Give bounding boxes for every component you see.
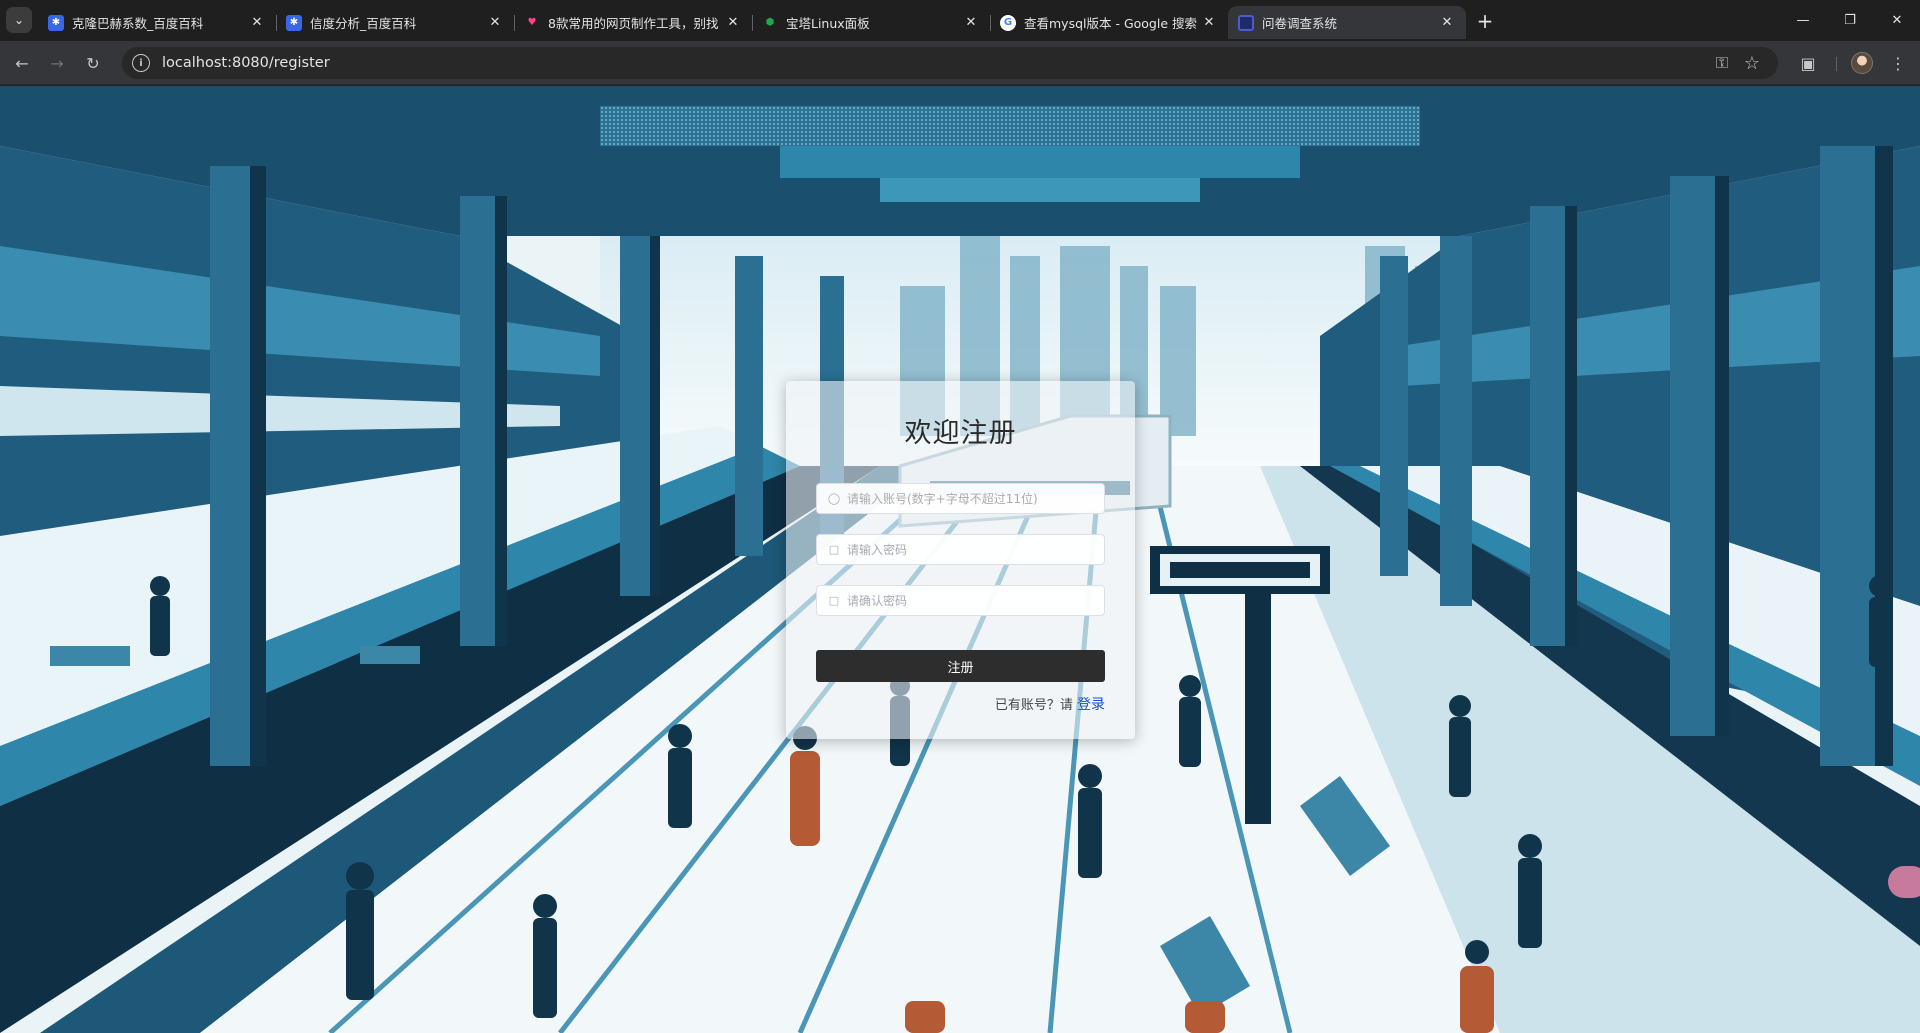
toolbar-divider (1836, 57, 1837, 71)
baidu-icon: ✱ (48, 14, 64, 31)
pink-brand-icon: ♥ (527, 17, 537, 28)
baidu-icon: ✱ (286, 14, 302, 31)
tab-title: 信度分析_百度百科 (310, 16, 417, 31)
register-title: 欢迎注册 (904, 418, 1017, 449)
browser-tab[interactable]: ⬢ 宝塔Linux面板 ✕ (752, 6, 990, 39)
browser-tab-active[interactable]: 问卷调查系统 ✕ (1228, 6, 1466, 39)
puzzle-icon: ▣ (1800, 53, 1816, 73)
restore-icon: ❐ (1844, 13, 1856, 28)
arrow-right-icon: → (50, 53, 64, 73)
login-link[interactable]: 登录 (1077, 697, 1105, 713)
tab-title: 问卷调查系统 (1262, 16, 1338, 31)
back-button[interactable]: ← (8, 49, 36, 77)
kebab-menu-icon: ⋮ (1890, 53, 1906, 73)
star-icon[interactable]: ☆ (1744, 53, 1760, 74)
tab-search-button[interactable]: ⌄ (6, 7, 32, 33)
minimize-button[interactable]: — (1780, 0, 1826, 41)
browser-tab[interactable]: ✱ 克隆巴赫系数_百度百科 ✕ (38, 6, 276, 39)
page-viewport: 欢迎注册 ◯ □ □ 注册 已有账号？请 登录 (0, 86, 1920, 1033)
lock-icon: □ (828, 594, 840, 607)
tab-title: 查看mysql版本 - Google 搜索 (1024, 16, 1198, 31)
tab-list: ✱ 克隆巴赫系数_百度百科 ✕ ✱ 信度分析_百度百科 ✕ ♥ 8款常用的网页制… (38, 4, 1466, 41)
reload-icon: ↻ (86, 53, 100, 73)
extensions-button[interactable]: ▣ (1794, 49, 1822, 77)
close-icon[interactable]: ✕ (724, 14, 742, 32)
floating-side-widget[interactable] (1888, 866, 1920, 898)
close-icon[interactable]: ✕ (486, 14, 504, 32)
document-icon (1238, 14, 1254, 31)
plus-icon: + (1476, 9, 1494, 33)
close-icon[interactable]: ✕ (1200, 14, 1218, 32)
browser-tab[interactable]: ♥ 8款常用的网页制作工具，别找 ✕ (514, 6, 752, 39)
user-icon: ◯ (827, 492, 841, 505)
login-prompt-text: 已有账号？请 (994, 698, 1073, 713)
confirm-password-field[interactable]: □ (816, 585, 1105, 616)
password-field[interactable]: □ (816, 534, 1105, 565)
account-field[interactable]: ◯ (816, 483, 1105, 514)
menu-button[interactable]: ⋮ (1884, 49, 1912, 77)
info-icon[interactable]: i (132, 54, 150, 72)
browser-tab[interactable]: G 查看mysql版本 - Google 搜索 ✕ (990, 6, 1228, 39)
minimize-icon: — (1796, 13, 1810, 28)
bt-shield-icon: ⬢ (765, 17, 775, 28)
chevron-down-icon: ⌄ (13, 13, 25, 27)
browser-tab-strip: ⌄ ✱ 克隆巴赫系数_百度百科 ✕ ✱ 信度分析_百度百科 ✕ ♥ 8款常用的网… (0, 0, 1920, 41)
close-window-button[interactable]: ✕ (1874, 0, 1920, 41)
tab-title: 宝塔Linux面板 (786, 16, 870, 31)
lock-icon: □ (828, 543, 840, 556)
close-icon[interactable]: ✕ (1438, 14, 1456, 32)
register-card: 欢迎注册 ◯ □ □ 注册 已有账号？请 登录 (786, 381, 1135, 739)
restore-button[interactable]: ❐ (1827, 0, 1873, 41)
account-input[interactable] (847, 484, 1104, 513)
confirm-password-input[interactable] (847, 586, 1104, 615)
browser-toolbar: ← → ↻ i localhost:8080/register ⚿ ☆ ▣ ⋮ (0, 41, 1920, 85)
arrow-left-icon: ← (15, 53, 29, 73)
google-icon: G (1000, 14, 1016, 31)
close-icon[interactable]: ✕ (962, 14, 980, 32)
tab-title: 8款常用的网页制作工具，别找 (548, 16, 719, 31)
tab-title: 克隆巴赫系数_百度百科 (72, 16, 204, 31)
password-input[interactable] (847, 535, 1104, 564)
reload-button[interactable]: ↻ (79, 49, 107, 77)
new-tab-button[interactable]: + (1472, 8, 1498, 34)
address-bar[interactable]: i localhost:8080/register ⚿ ☆ (122, 47, 1778, 79)
register-button[interactable]: 注册 (816, 650, 1105, 682)
close-icon[interactable]: ✕ (248, 14, 266, 32)
forward-button[interactable]: → (43, 49, 71, 77)
login-hint: 已有账号？请 登录 (995, 694, 1105, 714)
address-url[interactable]: localhost:8080/register (162, 55, 330, 71)
key-icon[interactable]: ⚿ (1716, 53, 1728, 73)
browser-tab[interactable]: ✱ 信度分析_百度百科 ✕ (276, 6, 514, 39)
profile-avatar[interactable] (1851, 52, 1873, 74)
close-icon: ✕ (1891, 13, 1903, 28)
